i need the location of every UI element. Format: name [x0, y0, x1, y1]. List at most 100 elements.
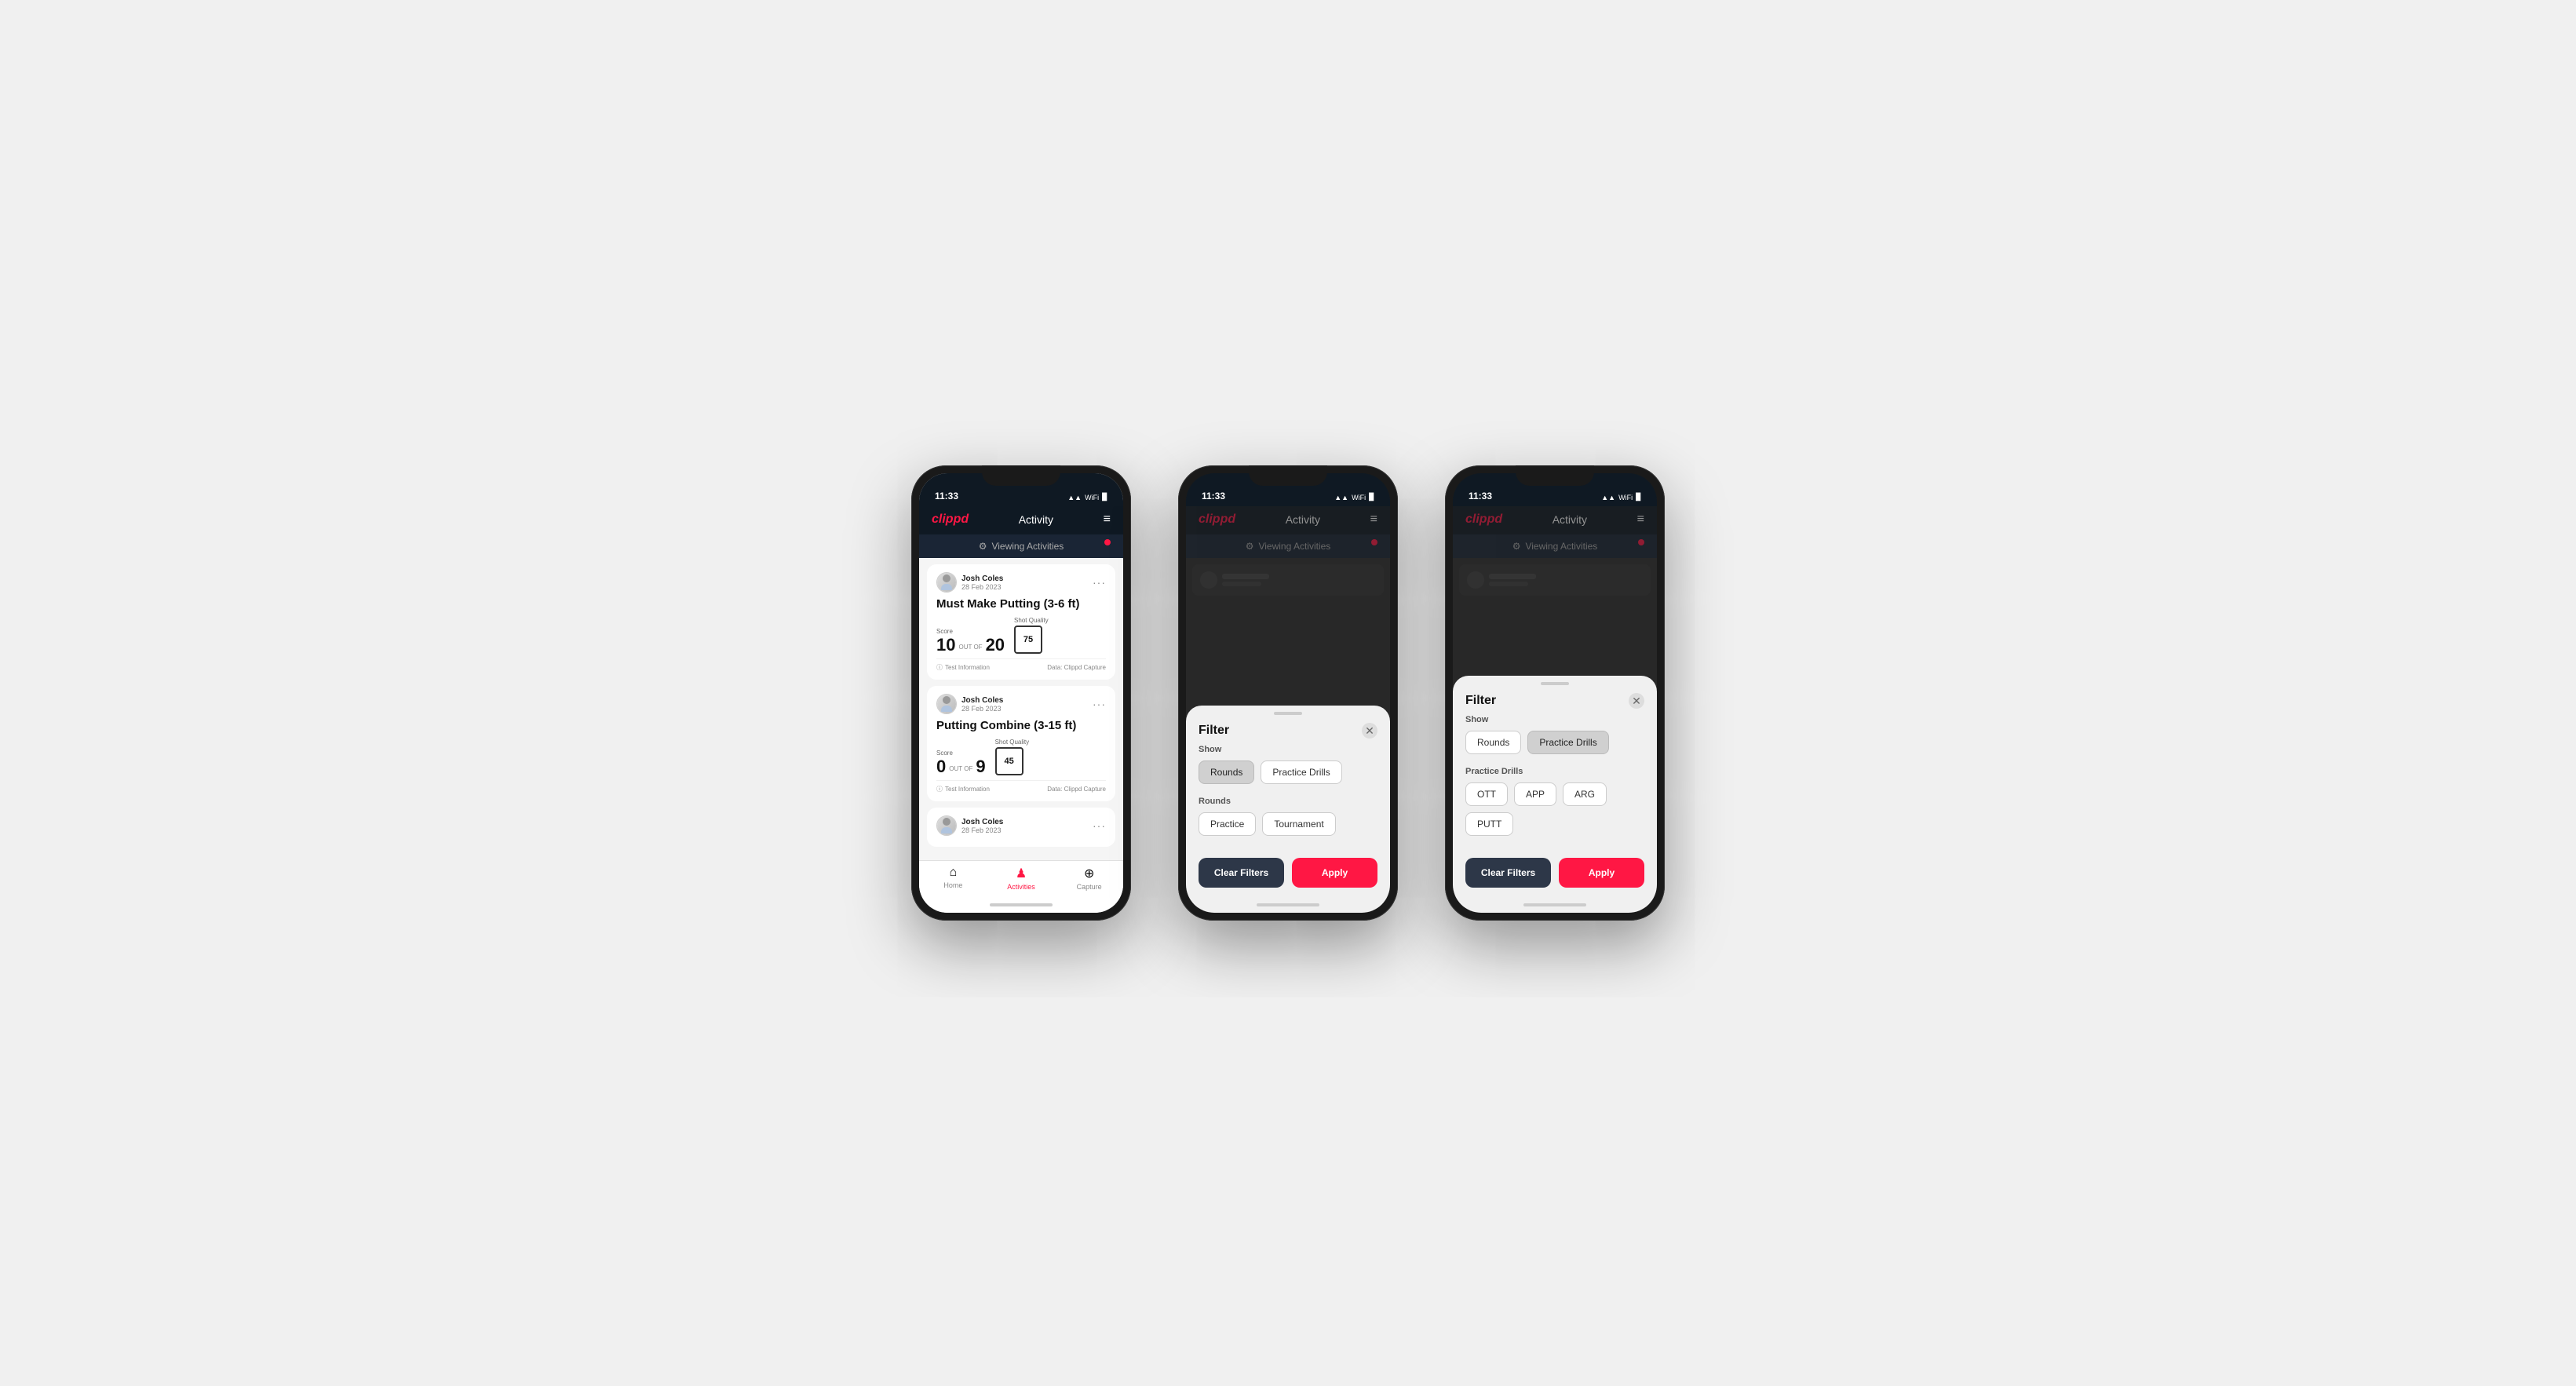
nav-bar-2: clippd Activity ≡: [1186, 506, 1390, 534]
filter-bar-3: ⚙ Viewing Activities: [1453, 534, 1657, 558]
scroll-content-1: Josh Coles 28 Feb 2023 ··· Must Make Put…: [919, 558, 1123, 860]
filter-bar-1[interactable]: ⚙ Viewing Activities: [919, 534, 1123, 558]
notch-1: [982, 465, 1060, 486]
wifi-icon: WiFi: [1085, 494, 1099, 502]
home-icon-1: ⌂: [950, 866, 958, 880]
user-name-3: Josh Coles: [961, 818, 1003, 826]
stat-outof-2: 0 OUT OF 9: [936, 758, 986, 775]
user-date-2: 28 Feb 2023: [961, 705, 1003, 713]
modal-overlay-2: Filter ✕ Show Rounds Practice Drills: [1186, 558, 1390, 897]
more-dots-2[interactable]: ···: [1093, 698, 1106, 710]
modal-sheet-2: Filter ✕ Show Rounds Practice Drills: [1186, 706, 1390, 897]
show-section-3: Show Rounds Practice Drills: [1465, 715, 1644, 754]
apply-btn-3[interactable]: Apply: [1559, 858, 1644, 888]
stat-outof-1: 10 OUT OF 20: [936, 636, 1005, 654]
tab-activities-1[interactable]: ♟ Activities: [987, 866, 1056, 891]
more-dots-1[interactable]: ···: [1093, 576, 1106, 589]
modal-footer-3: Clear Filters Apply: [1453, 848, 1657, 897]
rounds-btn-3[interactable]: Rounds: [1465, 731, 1521, 754]
ott-btn-3[interactable]: OTT: [1465, 782, 1508, 806]
quality-badge-1: 75: [1014, 626, 1042, 654]
user-date-1: 28 Feb 2023: [961, 583, 1003, 591]
modal-title-2: Filter: [1199, 724, 1229, 738]
signal-icon-2: ▲▲: [1334, 494, 1348, 502]
modal-header-2: Filter ✕: [1186, 715, 1390, 745]
wifi-icon-2: WiFi: [1352, 494, 1366, 502]
apply-btn-2[interactable]: Apply: [1292, 858, 1377, 888]
status-icons-3: ▲▲ WiFi ▉: [1601, 493, 1641, 502]
drills-label-3: Practice Drills: [1465, 767, 1644, 776]
footer-info-1: ⓘ Test Information: [936, 663, 990, 672]
score-group-1: Score 10 OUT OF 20: [936, 628, 1005, 654]
logo-3: clippd: [1465, 512, 1502, 527]
user-name-1: Josh Coles: [961, 574, 1003, 583]
status-icons-2: ▲▲ WiFi ▉: [1334, 493, 1374, 502]
tab-capture-1[interactable]: ⊕ Capture: [1055, 866, 1123, 891]
menu-icon-1[interactable]: ≡: [1104, 512, 1111, 527]
practice-drills-btn-3[interactable]: Practice Drills: [1527, 731, 1608, 754]
phone-3: 11:33 ▲▲ WiFi ▉ clippd Activity ≡ ⚙ View…: [1445, 465, 1665, 921]
avatar-1: [936, 572, 957, 593]
quality-group-2: Shot Quality 45: [995, 739, 1030, 775]
main-scene: 11:33 ▲▲ WiFi ▉ clippd Activity ≡ ⚙ View…: [911, 465, 1665, 921]
card-user-3: Josh Coles 28 Feb 2023: [936, 815, 1003, 836]
more-dots-3[interactable]: ···: [1093, 819, 1106, 832]
modal-header-3: Filter ✕: [1453, 685, 1657, 715]
activity-card-2: Josh Coles 28 Feb 2023 ··· Putting Combi…: [927, 686, 1115, 801]
filter-settings-icon-2: ⚙: [1246, 541, 1254, 552]
avatar-3: [936, 815, 957, 836]
clear-filters-btn-2[interactable]: Clear Filters: [1199, 858, 1284, 888]
nav-title-3: Activity: [1553, 513, 1587, 526]
modal-overlay-3: Filter ✕ Show Rounds Practice Drills: [1453, 558, 1657, 897]
score-group-2: Score 0 OUT OF 9: [936, 750, 986, 775]
card-header-1: Josh Coles 28 Feb 2023 ···: [936, 572, 1106, 593]
card-user-2: Josh Coles 28 Feb 2023: [936, 694, 1003, 714]
arg-btn-3[interactable]: ARG: [1563, 782, 1607, 806]
filter-dot-2: [1371, 539, 1377, 545]
tab-home-1[interactable]: ⌂ Home: [919, 866, 987, 891]
activities-icon-1: ♟: [1016, 866, 1027, 881]
avatar-2: [936, 694, 957, 714]
notch-2: [1249, 465, 1327, 486]
phone-2: 11:33 ▲▲ WiFi ▉ clippd Activity ≡ ⚙ View…: [1178, 465, 1398, 921]
modal-close-2[interactable]: ✕: [1362, 723, 1377, 739]
menu-icon-3: ≡: [1637, 512, 1644, 527]
card-user-1: Josh Coles 28 Feb 2023: [936, 572, 1003, 593]
rounds-btn-2[interactable]: Rounds: [1199, 760, 1254, 784]
tournament-btn-2[interactable]: Tournament: [1262, 812, 1335, 836]
practice-drills-btn-2[interactable]: Practice Drills: [1261, 760, 1341, 784]
home-indicator-2: [1186, 897, 1390, 913]
card-footer-1: ⓘ Test Information Data: Clippd Capture: [936, 658, 1106, 672]
user-date-3: 28 Feb 2023: [961, 826, 1003, 834]
logo-2: clippd: [1199, 512, 1235, 527]
home-indicator-3: [1453, 897, 1657, 913]
footer-data-1: Data: Clippd Capture: [1047, 664, 1106, 671]
info-icon-2: ⓘ: [936, 785, 943, 793]
tab-activities-label-1: Activities: [1007, 883, 1035, 891]
user-name-2: Josh Coles: [961, 696, 1003, 705]
app-btn-3[interactable]: APP: [1514, 782, 1556, 806]
practice-round-btn-2[interactable]: Practice: [1199, 812, 1256, 836]
wifi-icon-3: WiFi: [1618, 494, 1633, 502]
card-title-1: Must Make Putting (3-6 ft): [936, 597, 1106, 611]
modal-close-3[interactable]: ✕: [1629, 693, 1644, 709]
battery-icon: ▉: [1102, 493, 1107, 502]
activity-card-1: Josh Coles 28 Feb 2023 ··· Must Make Put…: [927, 564, 1115, 680]
filter-dot-3: [1638, 539, 1644, 545]
modal-sheet-3: Filter ✕ Show Rounds Practice Drills: [1453, 676, 1657, 897]
card-header-3: Josh Coles 28 Feb 2023 ···: [936, 815, 1106, 836]
card-stats-1: Score 10 OUT OF 20 Shot Quality 75: [936, 617, 1106, 654]
home-indicator-1: [919, 897, 1123, 913]
quality-badge-2: 45: [995, 747, 1023, 775]
footer-data-2: Data: Clippd Capture: [1047, 786, 1106, 793]
modal-body-3: Show Rounds Practice Drills Practice Dri…: [1453, 715, 1657, 848]
footer-info-2: ⓘ Test Information: [936, 785, 990, 793]
card-title-2: Putting Combine (3-15 ft): [936, 719, 1106, 732]
user-info-1: Josh Coles 28 Feb 2023: [961, 574, 1003, 591]
signal-icon-3: ▲▲: [1601, 494, 1615, 502]
nav-title-2: Activity: [1286, 513, 1320, 526]
show-buttons-2: Rounds Practice Drills: [1199, 760, 1377, 784]
putt-btn-3[interactable]: PUTT: [1465, 812, 1513, 836]
clear-filters-btn-3[interactable]: Clear Filters: [1465, 858, 1551, 888]
card-header-2: Josh Coles 28 Feb 2023 ···: [936, 694, 1106, 714]
